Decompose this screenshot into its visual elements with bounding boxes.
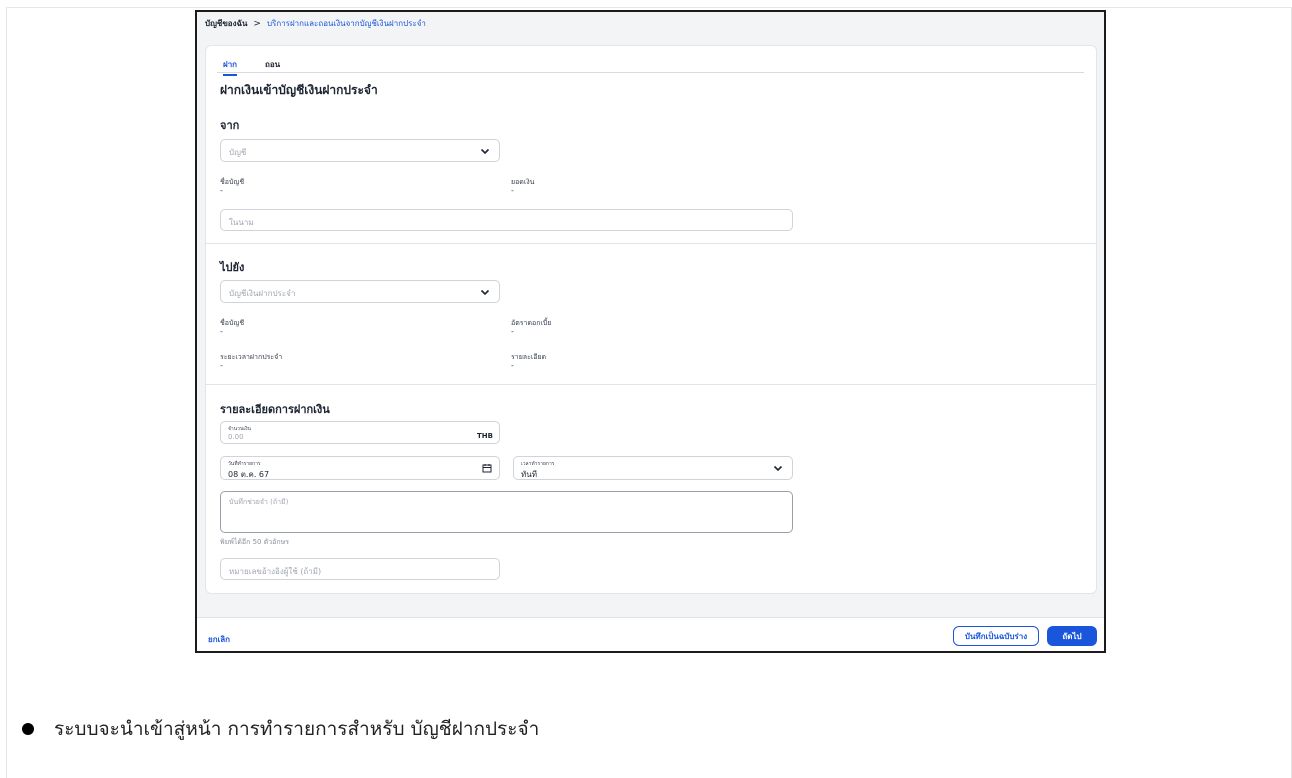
details-label: รายละเอียด [511,353,547,361]
tab-bar: ฝาก ถอน [217,58,1084,76]
next-button[interactable]: ถัดไป [1047,626,1097,646]
from-account-placeholder: บัญชี [229,148,247,157]
deposit-section-label: รายละเอียดการฝากเงิน [220,403,330,416]
from-account-name-value: - [220,186,223,195]
date-value: 08 ต.ค. 67 [228,470,270,479]
memo-textarea[interactable]: บันทึกช่วยจำ (ถ้ามี) [220,491,793,533]
breadcrumb-separator: > [253,18,261,29]
from-balance-value: - [511,186,514,195]
date-picker[interactable]: วันที่ทำรายการ 08 ต.ค. 67 [220,456,500,480]
reference-placeholder: หมายเลขอ้างอิงผู้ใช้ (ถ้ามี) [229,567,322,576]
currency-label: THB [477,432,493,440]
to-section-label: ไปยัง [220,261,245,274]
in-name-placeholder: ในนาม [229,218,254,227]
from-account-name-label: ชื่อบัญชี [220,178,245,186]
bullet-icon [22,723,34,735]
chevron-down-icon [480,289,490,296]
time-value: ทันที [521,470,538,479]
amount-input[interactable]: จำนวนเงิน 0.00 THB [220,421,500,444]
memo-hint: พิมพ์ได้อีก 50 ตัวอักษร [220,538,290,546]
from-balance-label: ยอดเงิน [511,178,535,186]
section-divider [206,243,1096,244]
to-account-name-label: ชื่อบัญชี [220,319,245,327]
from-account-select[interactable]: บัญชี [220,139,500,162]
date-label: วันที่ทำรายการ [228,461,261,467]
deposit-form-card: ฝาก ถอน ฝากเงินเข้าบัญชีเงินฝากประจำ จาก… [205,45,1097,594]
to-account-name-value: - [220,327,223,336]
time-select[interactable]: เวลาทำรายการ ทันที [513,456,793,480]
amount-label: จำนวนเงิน [228,426,251,432]
chevron-down-icon [773,465,783,472]
cancel-button[interactable]: ยกเลิก [208,633,230,646]
term-value: - [220,361,223,370]
app-window: บัญชีของฉัน > บริการฝากและถอนเงินจากบัญช… [195,10,1106,653]
to-account-placeholder: บัญชีเงินฝากประจำ [229,289,296,298]
reference-input[interactable]: หมายเลขอ้างอิงผู้ใช้ (ถ้ามี) [220,558,500,580]
amount-value: 0.00 [228,433,244,441]
action-footer: ยกเลิก บันทึกเป็นฉบับร่าง ถัดไป [197,617,1104,651]
term-label: ระยะเวลาฝากประจำ [220,353,283,361]
caption-text: ระบบจะนำเข้าสู่หน้า การทำรายการสำหรับ บั… [54,718,540,740]
save-draft-button[interactable]: บันทึกเป็นฉบับร่าง [953,626,1039,646]
caption-bullet: ระบบจะนำเข้าสู่หน้า การทำรายการสำหรับ บั… [22,714,539,744]
to-account-select[interactable]: บัญชีเงินฝากประจำ [220,280,500,303]
details-value: - [511,361,514,370]
section-divider [206,384,1096,385]
breadcrumb: บัญชีของฉัน > บริการฝากและถอนเงินจากบัญช… [205,17,426,30]
page-title: ฝากเงินเข้าบัญชีเงินฝากประจำ [220,83,378,97]
tab-deposit[interactable]: ฝาก [223,58,238,76]
interest-rate-value: - [511,327,514,336]
chevron-down-icon [480,148,490,155]
calendar-icon[interactable] [482,463,492,473]
tab-withdraw[interactable]: ถอน [265,58,280,74]
in-name-input[interactable]: ในนาม [220,209,793,231]
from-section-label: จาก [220,119,240,132]
breadcrumb-home[interactable]: บัญชีของฉัน [205,17,247,30]
memo-placeholder: บันทึกช่วยจำ (ถ้ามี) [229,498,289,506]
breadcrumb-current: บริการฝากและถอนเงินจากบัญชีเงินฝากประจำ [266,19,426,28]
time-label: เวลาทำรายการ [521,461,555,467]
interest-rate-label: อัตราดอกเบี้ย [511,319,552,327]
